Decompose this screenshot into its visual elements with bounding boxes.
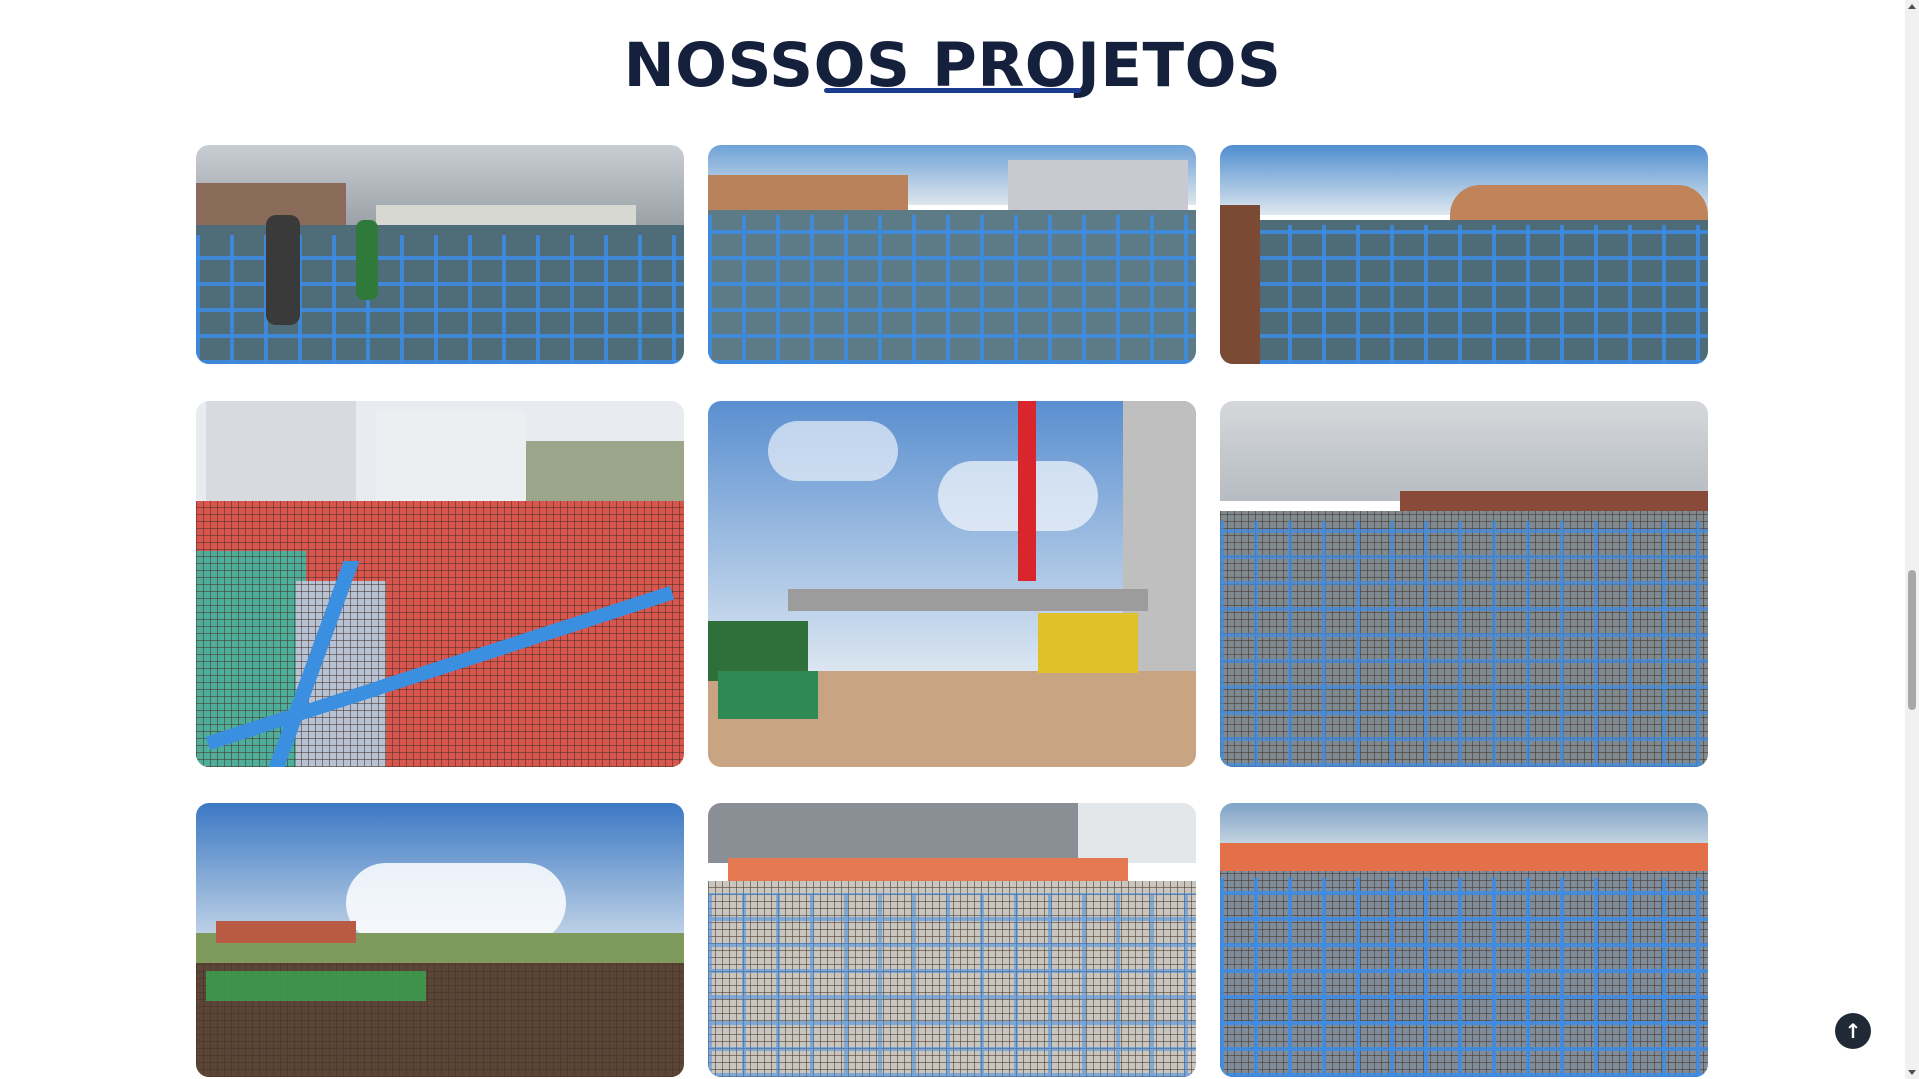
- project-photo-8[interactable]: [708, 803, 1196, 1077]
- project-photo-5[interactable]: [708, 401, 1196, 767]
- project-photo-9[interactable]: [1220, 803, 1708, 1077]
- project-photo-3[interactable]: [1220, 145, 1708, 364]
- project-photo-6[interactable]: [1220, 401, 1708, 767]
- project-photo-2[interactable]: [708, 145, 1196, 364]
- page-scrollbar[interactable]: [1905, 0, 1919, 1079]
- back-to-top-button[interactable]: ↑: [1835, 1013, 1871, 1049]
- arrow-up-icon: ↑: [1844, 1019, 1862, 1043]
- scroll-thumb[interactable]: [1908, 570, 1916, 710]
- project-photo-4[interactable]: [196, 401, 684, 767]
- project-photo-1[interactable]: [196, 145, 684, 364]
- scroll-down-icon[interactable]: [1908, 1070, 1916, 1075]
- title-underline: [824, 88, 1081, 93]
- scroll-up-icon[interactable]: [1908, 4, 1916, 9]
- page: NOSSOS PROJETOS ↑: [0, 0, 1919, 1079]
- project-photo-7[interactable]: [196, 803, 684, 1077]
